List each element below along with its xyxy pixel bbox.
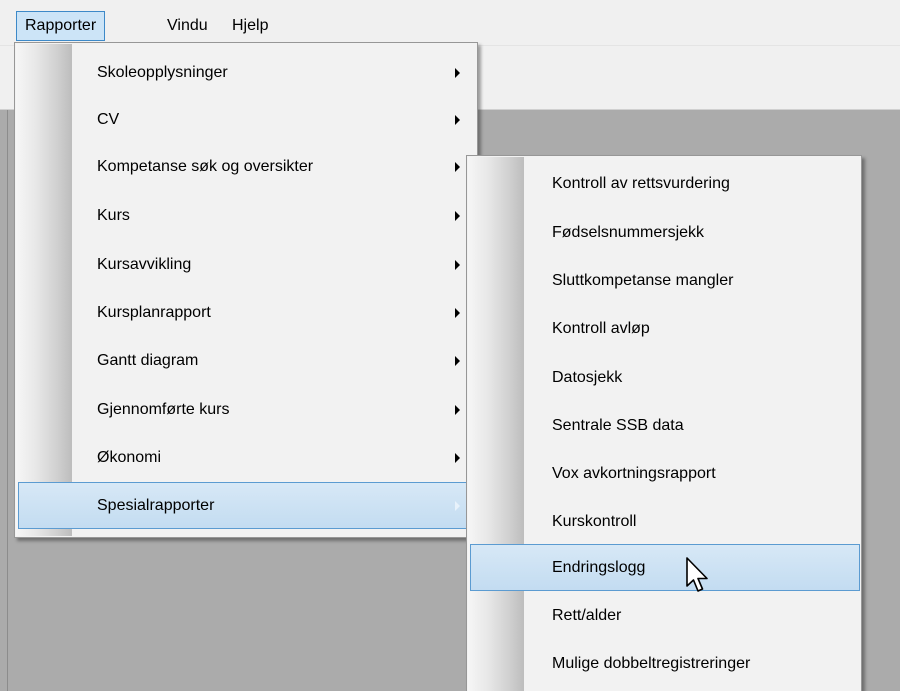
- menu-item-label: Spesialrapporter: [97, 497, 215, 514]
- menu-item-label: Vox avkortningsrapport: [552, 465, 716, 482]
- menu-item-label: Kursplanrapport: [97, 304, 211, 321]
- chevron-right-icon: [455, 115, 460, 125]
- menu-item-label: Økonomi: [97, 449, 162, 466]
- menu-item-label: Sluttkompetanse mangler: [552, 272, 734, 289]
- menu-item-label: Gjennomførte kurs: [97, 401, 230, 418]
- mouse-pointer-icon: [686, 557, 708, 592]
- submenu-item-kurskontroll[interactable]: Kurskontroll: [470, 498, 860, 545]
- submenu-item-mulige-dobbeltregistreringer[interactable]: Mulige dobbeltregistreringer: [470, 640, 860, 687]
- menu-item-label: Kontroll av rettsvurdering: [552, 175, 730, 192]
- rapporter-menu: Skoleopplysninger CV Kompetanse søk og o…: [14, 42, 478, 538]
- chevron-right-icon: [455, 453, 460, 463]
- chevron-right-icon: [455, 501, 460, 511]
- chevron-right-icon: [455, 211, 460, 221]
- workspace-edge: [7, 110, 8, 691]
- menu-item-label: Kompetanse søk og oversikter: [97, 158, 314, 175]
- menu-item-label: CV: [97, 111, 120, 128]
- submenu-item-vox-avkortningsrapport[interactable]: Vox avkortningsrapport: [470, 450, 860, 497]
- chevron-right-icon: [455, 68, 460, 78]
- menu-item-label: Endringslogg: [552, 559, 646, 576]
- submenu-item-rett-alder[interactable]: Rett/alder: [470, 592, 860, 639]
- menu-item-label: Kurs: [97, 207, 130, 224]
- menu-item-kursavvikling[interactable]: Kursavvikling: [18, 241, 474, 288]
- menu-bar: Rapporter Vindu Hjelp: [0, 0, 900, 46]
- spesialrapporter-submenu: Kontroll av rettsvurdering Fødselsnummer…: [466, 155, 862, 691]
- menu-item-label: Datosjekk: [552, 369, 623, 386]
- submenu-item-endringslogg[interactable]: Endringslogg: [470, 544, 860, 591]
- menu-item-kursplanrapport[interactable]: Kursplanrapport: [18, 289, 474, 336]
- chevron-right-icon: [455, 260, 460, 270]
- application-window: Rapporter Vindu Hjelp Skoleopplysninger …: [0, 0, 900, 691]
- menu-item-spesialrapporter[interactable]: Spesialrapporter: [18, 482, 474, 529]
- menu-item-label: Fødselsnummersjekk: [552, 224, 705, 241]
- menu-item-label: Skoleopplysninger: [97, 64, 228, 81]
- submenu-item-sentrale-ssb-data[interactable]: Sentrale SSB data: [470, 402, 860, 449]
- menu-item-label: Kurskontroll: [552, 513, 637, 530]
- menu-item-label: Kursavvikling: [97, 256, 192, 273]
- menu-item-skoleopplysninger[interactable]: Skoleopplysninger: [18, 49, 474, 96]
- submenu-item-fodselsnummersjekk[interactable]: Fødselsnummersjekk: [470, 209, 860, 256]
- menu-item-label: Gantt diagram: [97, 352, 199, 369]
- submenu-item-datosjekk[interactable]: Datosjekk: [470, 354, 860, 401]
- menu-item-kompetanse[interactable]: Kompetanse søk og oversikter: [18, 143, 474, 190]
- menu-item-gantt-diagram[interactable]: Gantt diagram: [18, 337, 474, 384]
- chevron-right-icon: [455, 162, 460, 172]
- chevron-right-icon: [455, 356, 460, 366]
- menu-item-label: Rett/alder: [552, 607, 622, 624]
- chevron-right-icon: [455, 405, 460, 415]
- menu-item-label: Sentrale SSB data: [552, 417, 684, 434]
- chevron-right-icon: [455, 308, 460, 318]
- menu-item-okonomi[interactable]: Økonomi: [18, 434, 474, 481]
- submenu-item-kontroll-av-rettsvurdering[interactable]: Kontroll av rettsvurdering: [470, 160, 860, 207]
- menubar-item-vindu[interactable]: Vindu: [159, 11, 216, 41]
- menu-item-kurs[interactable]: Kurs: [18, 192, 474, 239]
- menu-item-label: Mulige dobbeltregistreringer: [552, 655, 751, 672]
- menu-item-gjennomforte-kurs[interactable]: Gjennomførte kurs: [18, 386, 474, 433]
- menubar-item-hjelp[interactable]: Hjelp: [224, 11, 276, 41]
- menubar-item-rapporter[interactable]: Rapporter: [16, 11, 106, 41]
- menu-item-cv[interactable]: CV: [18, 96, 474, 143]
- menu-item-label: Kontroll avløp: [552, 320, 650, 337]
- submenu-item-sluttkompetanse-mangler[interactable]: Sluttkompetanse mangler: [470, 257, 860, 304]
- submenu-item-kontroll-avlop[interactable]: Kontroll avløp: [470, 305, 860, 352]
